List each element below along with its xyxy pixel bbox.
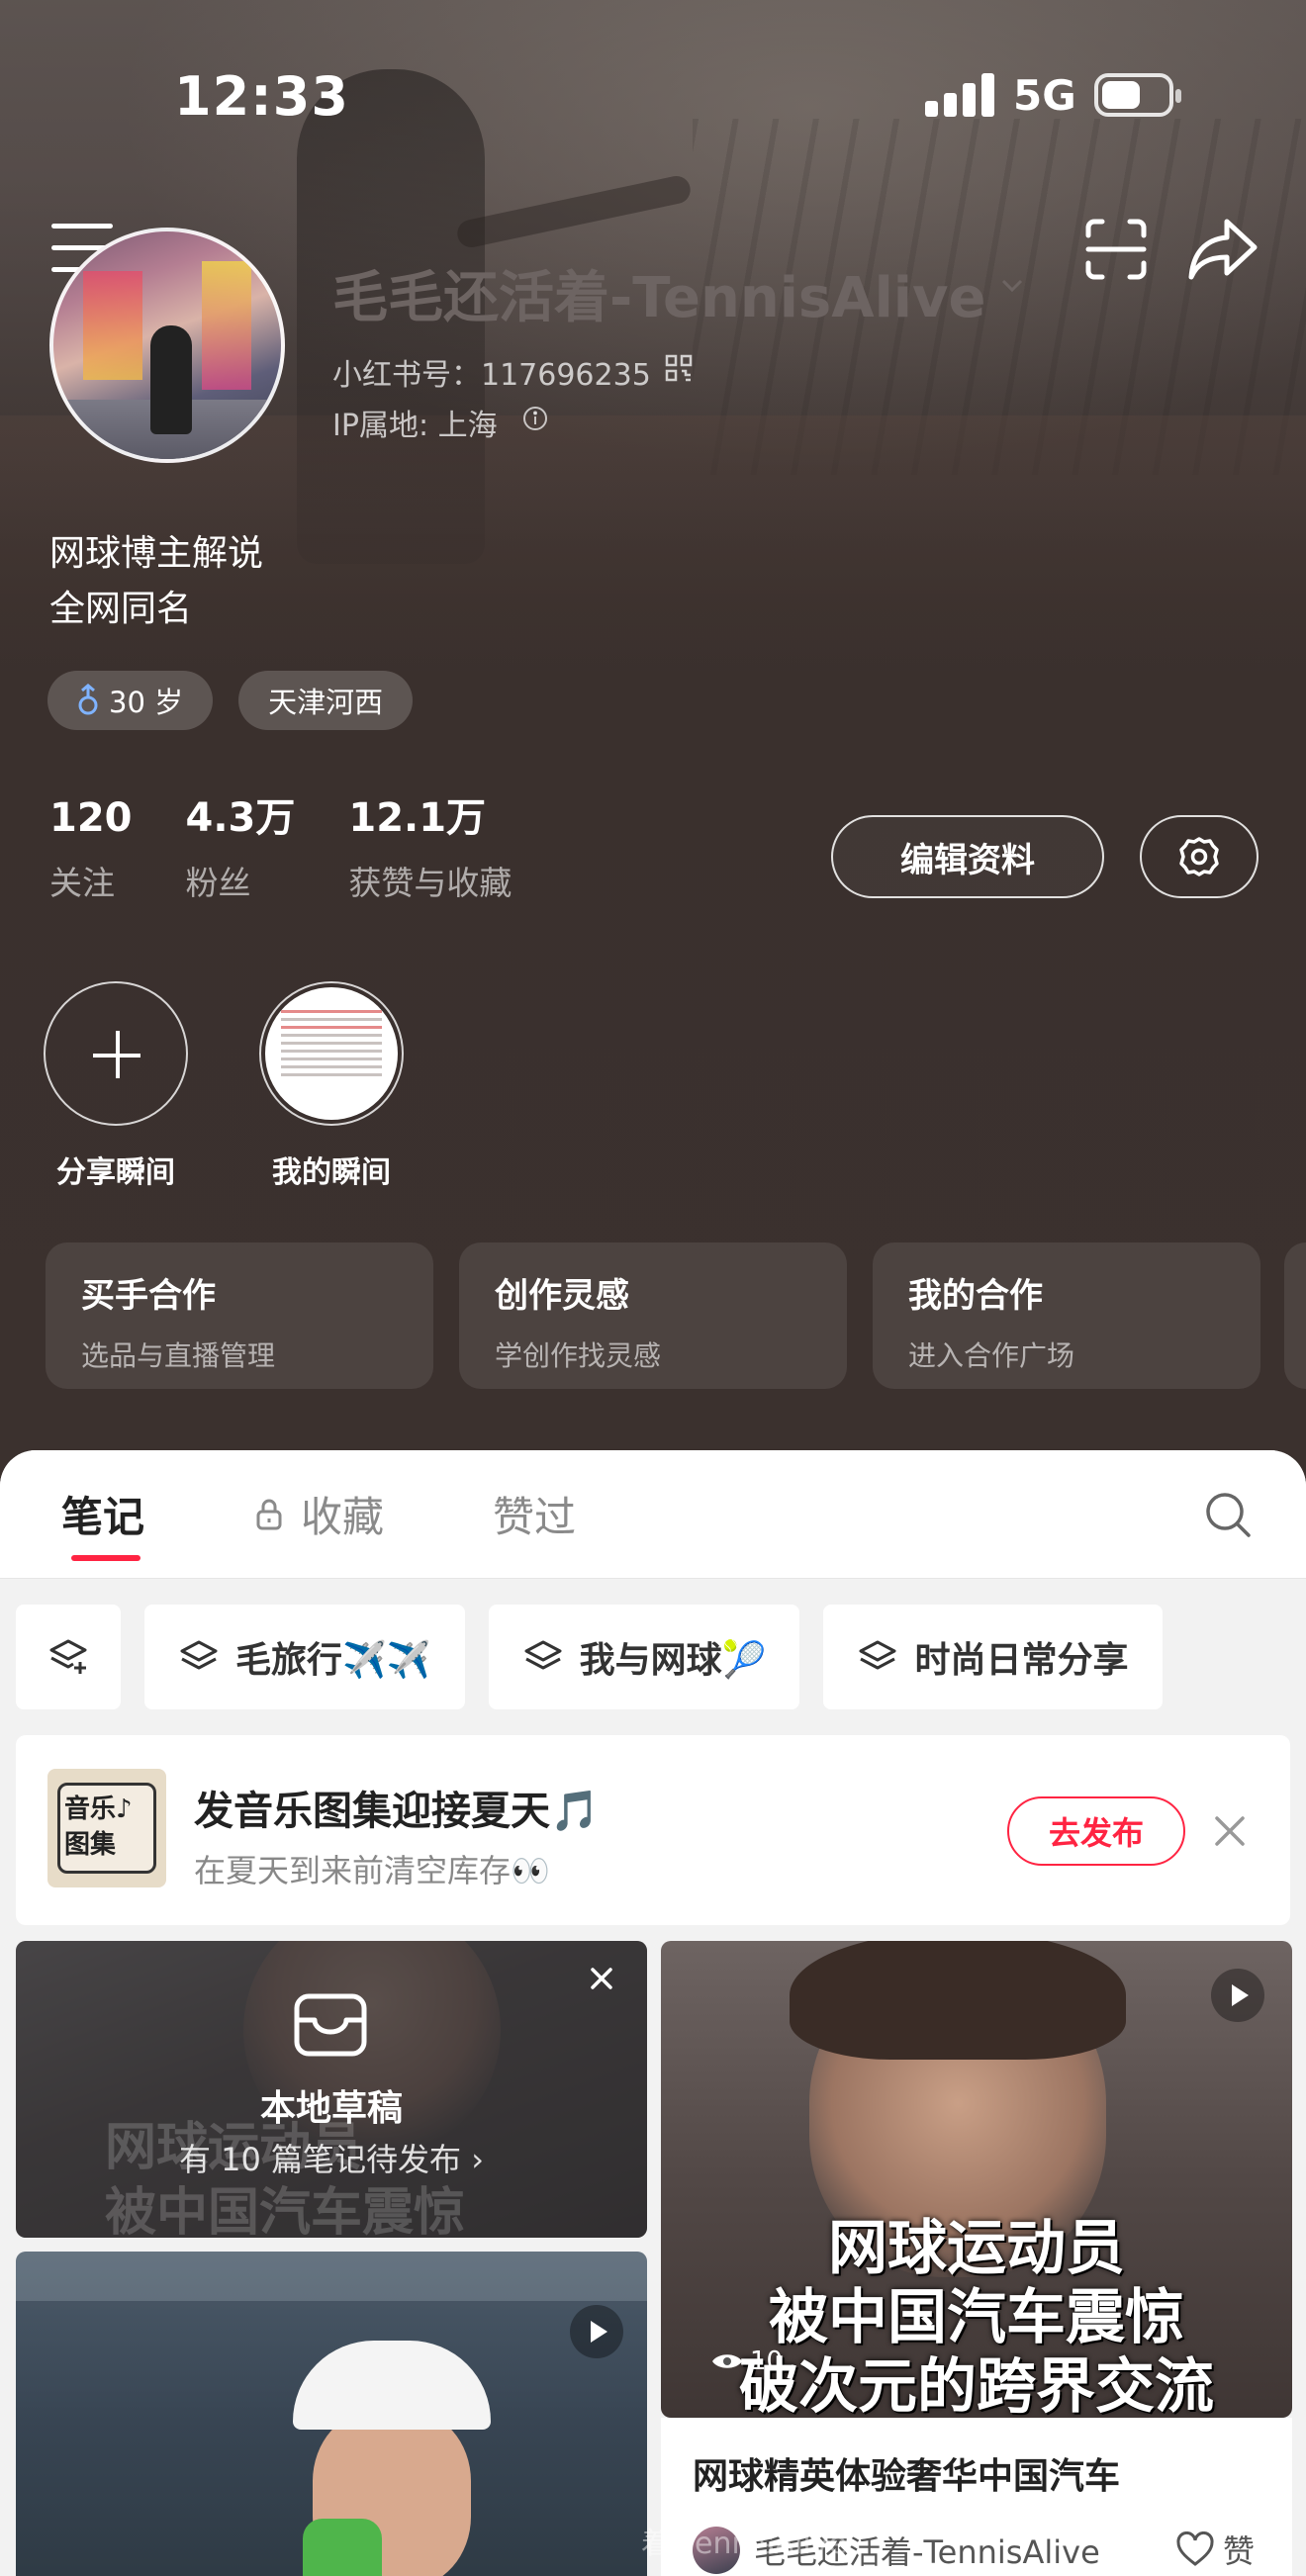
close-icon[interactable]: [1213, 1814, 1247, 1848]
draft-subtitle: 有 10 篇笔记待发布 ›: [178, 2141, 485, 2178]
feature-card-buyer[interactable]: 买手合作 选品与直播管理: [46, 1242, 433, 1389]
add-stack-icon: [49, 1639, 87, 1674]
tab-collect[interactable]: 收藏: [301, 1484, 384, 1544]
feature-card-next[interactable]: [1284, 1242, 1306, 1389]
info-icon[interactable]: [522, 406, 548, 431]
settings-button[interactable]: [1140, 815, 1259, 898]
play-icon: [1211, 1969, 1264, 2022]
stat-likes[interactable]: 12.1万 获赞与收藏: [348, 791, 512, 904]
inbox-icon: [294, 1993, 367, 2057]
feature-card-subtitle: 进入合作广场: [908, 1339, 1075, 1372]
stat-followers-label: 粉丝: [185, 864, 251, 902]
status-bar: 12:33 5G: [0, 0, 1306, 188]
collection-chips: 毛旅行✈️✈️ 我与网球🎾 时尚日常分享: [16, 1605, 1163, 1709]
my-moment-thumbnail: [259, 981, 404, 1126]
bio-line-1: 网球博主解说: [49, 533, 264, 574]
content-panel: 笔记 收藏 赞过 毛旅行✈️✈️ 我与网球🎾 时尚日常分享 音乐♪图集 发音乐图…: [0, 1450, 1306, 2576]
location-tag: 天津河西: [238, 671, 414, 730]
signal-icon: [925, 71, 994, 117]
add-collection-button[interactable]: [16, 1605, 121, 1709]
publish-button[interactable]: 去发布: [1007, 1796, 1185, 1866]
age-text: 30 岁: [109, 686, 184, 719]
share-moment[interactable]: 分享瞬间: [44, 981, 188, 1191]
edit-profile-button[interactable]: 编辑资料: [831, 815, 1104, 898]
location-text: 天津河西: [268, 686, 384, 719]
search-icon[interactable]: [1203, 1490, 1253, 1539]
stat-likes-num: 12.1万: [348, 795, 487, 841]
eye-icon: [712, 2354, 742, 2368]
bio: 网球博主解说 全网同名: [49, 526, 263, 637]
bio-line-2: 全网同名: [49, 589, 193, 629]
feature-card-subtitle: 选品与直播管理: [81, 1339, 276, 1372]
share-icon[interactable]: [1187, 216, 1259, 281]
stat-following[interactable]: 120 关注: [49, 791, 133, 904]
note-title: 网球精英体验奢华中国汽车: [693, 2456, 1121, 2497]
promo-banner[interactable]: 音乐♪图集 发音乐图集迎接夏天🎵 在夏天到来前清空库存👀 去发布: [16, 1735, 1290, 1925]
scan-icon[interactable]: [1084, 218, 1148, 281]
close-icon[interactable]: [588, 1965, 615, 1992]
share-moment-label: 分享瞬间: [56, 1155, 175, 1190]
collection-label: 毛旅行✈️✈️: [235, 1640, 431, 1681]
my-moment-label: 我的瞬间: [272, 1155, 391, 1190]
my-moment[interactable]: 我的瞬间: [259, 981, 404, 1191]
promo-subtitle: 在夏天到来前清空库存👀: [194, 1852, 550, 1889]
username: 毛毛还活着-TennisAlive: [332, 266, 986, 330]
ip-location: IP属地: 上海: [332, 409, 498, 443]
feature-card-title: 创作灵感: [495, 1276, 629, 1316]
profile-tags: 30 岁 天津河西: [47, 671, 414, 730]
watermark: 着-TennisAlive: [641, 2527, 847, 2561]
feature-cards: 买手合作 选品与直播管理 创作灵感 学创作找灵感 我的合作 进入合作广场: [46, 1242, 1260, 1389]
view-count: 10: [710, 2346, 783, 2376]
collection-chip[interactable]: 毛旅行✈️✈️: [144, 1605, 465, 1709]
chevron-down-icon[interactable]: [1001, 279, 1023, 293]
draft-title: 本地草稿: [259, 2088, 403, 2129]
feature-card-cooperation[interactable]: 我的合作 进入合作广场: [873, 1242, 1260, 1389]
tab-notes[interactable]: 笔记: [61, 1484, 144, 1544]
note-card[interactable]: 网球运动员 被中国汽车震惊 破次元的跨界交流 10: [661, 1941, 1292, 2418]
stack-icon: [180, 1640, 218, 1670]
like-label: 赞: [1223, 2532, 1256, 2570]
add-moment-icon: [44, 981, 188, 1126]
promo-title: 发音乐图集迎接夏天🎵: [194, 1789, 600, 1834]
profile-stats: 120 关注 4.3万 粉丝 12.1万 获赞与收藏: [49, 791, 565, 904]
collection-chip[interactable]: 时尚日常分享: [823, 1605, 1163, 1709]
tab-active-indicator: [71, 1555, 140, 1561]
collection-label: 时尚日常分享: [914, 1640, 1129, 1681]
gear-icon: [1179, 837, 1219, 876]
feature-card-subtitle: 学创作找灵感: [495, 1339, 662, 1372]
promo-thumbnail: 音乐♪图集: [47, 1769, 166, 1887]
feature-card-inspiration[interactable]: 创作灵感 学创作找灵感: [459, 1242, 847, 1389]
status-time: 12:33: [174, 65, 349, 128]
heart-icon: [1176, 2531, 1214, 2566]
play-icon: [570, 2305, 623, 2358]
stack-icon: [859, 1640, 896, 1670]
stat-following-label: 关注: [49, 864, 115, 902]
tab-liked[interactable]: 赞过: [493, 1484, 576, 1544]
lock-icon: [256, 1499, 282, 1530]
stat-followers-num: 4.3万: [185, 795, 296, 841]
collection-chip[interactable]: 我与网球🎾: [488, 1605, 800, 1709]
stat-likes-label: 获赞与收藏: [348, 864, 513, 902]
feature-card-title: 我的合作: [908, 1276, 1043, 1316]
battery-icon: [1094, 73, 1181, 117]
promo-thumbnail-text: 音乐♪图集: [57, 1783, 156, 1874]
note-card[interactable]: [16, 2252, 647, 2576]
stat-following-num: 120: [49, 795, 133, 841]
profile-tabs: 笔记 收藏 赞过: [0, 1450, 1306, 1579]
red-id: 小红书号：117696235: [332, 358, 651, 393]
male-icon: [78, 684, 98, 715]
stat-followers[interactable]: 4.3万 粉丝: [186, 791, 296, 904]
network-type: 5G: [1013, 71, 1076, 120]
stack-icon: [524, 1640, 562, 1670]
local-drafts-card[interactable]: 网球运动员 被中国汽车震惊 本地草稿 有 10 篇笔记待发布 ›: [16, 1941, 647, 2238]
qr-code-icon[interactable]: [665, 354, 693, 382]
like-button[interactable]: 赞: [1175, 2527, 1255, 2572]
feature-card-title: 买手合作: [81, 1276, 216, 1316]
collection-label: 我与网球🎾: [579, 1640, 767, 1681]
age-tag: 30 岁: [47, 671, 214, 730]
view-count-text: 10: [750, 2346, 784, 2376]
avatar[interactable]: [49, 228, 285, 463]
